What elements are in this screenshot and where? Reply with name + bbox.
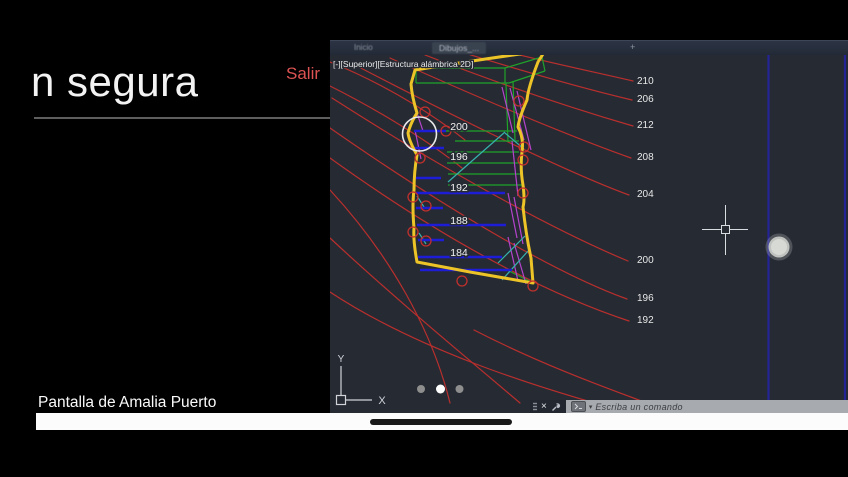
elevation-label[interactable]: 184 — [450, 247, 468, 259]
contour-label[interactable]: 206 — [637, 94, 654, 105]
title-underline — [34, 117, 332, 119]
contour-label[interactable]: 200 — [637, 255, 654, 266]
boundary-polygon[interactable] — [408, 55, 548, 283]
contour-label[interactable]: 196 — [637, 293, 654, 304]
drawing-tabs-bar: Inicio Dibujos_... + — [330, 40, 848, 55]
margin-lines[interactable] — [769, 55, 846, 401]
tab-start[interactable]: Inicio — [354, 43, 373, 52]
ucs-y-label: Y — [338, 354, 345, 365]
contour-labels: 210 206 212 208 204 200 196 192 — [637, 76, 654, 326]
command-prompt-text: Escriba un comando — [595, 402, 682, 412]
new-tab-button[interactable]: + — [630, 42, 635, 52]
elevation-label[interactable]: 196 — [450, 151, 468, 163]
viewport-controls-label[interactable]: [-][Superior][Estructura alámbrica 2D] — [333, 59, 473, 69]
page-dot[interactable] — [417, 385, 425, 393]
page-title: n segura — [31, 58, 198, 106]
autocad-window: Inicio Dibujos_... + — [330, 40, 848, 413]
contour-label[interactable]: 208 — [637, 152, 654, 163]
exit-button[interactable]: Salir — [286, 64, 320, 84]
page-dot-active[interactable] — [436, 385, 445, 394]
page-dots[interactable] — [417, 385, 464, 394]
ucs-x-label: X — [378, 395, 386, 407]
screen-share-view: n segura Salir Pantalla de Amalia Puerto… — [0, 0, 848, 477]
contour-label[interactable]: 192 — [637, 315, 654, 326]
drag-handle-bar[interactable] — [370, 419, 512, 425]
wireframe-structure[interactable] — [416, 57, 545, 283]
close-icon[interactable]: × — [541, 402, 547, 412]
drag-grip-icon[interactable] — [533, 402, 537, 411]
tab-drawing[interactable]: Dibujos_... — [432, 42, 486, 54]
crosshair-cursor — [702, 205, 748, 255]
elevation-label[interactable]: 192 — [450, 182, 468, 194]
page-dot[interactable] — [456, 385, 464, 393]
command-line-controls: × — [530, 400, 566, 413]
command-line-bar: × ▾ Escriba un comando — [530, 400, 848, 413]
cad-viewport[interactable]: Y X — [330, 55, 848, 413]
elevation-label[interactable]: 200 — [450, 121, 468, 133]
screen-share-label: Pantalla de Amalia Puerto — [38, 394, 216, 412]
contour-lines[interactable] — [330, 55, 655, 406]
command-input[interactable]: ▾ Escriba un comando — [566, 400, 848, 413]
command-prompt-icon[interactable] — [571, 401, 586, 412]
pointer-dot — [766, 234, 793, 261]
wrench-icon[interactable] — [551, 402, 561, 412]
contour-label[interactable]: 204 — [637, 189, 654, 200]
contour-label[interactable]: 212 — [637, 120, 654, 131]
elevation-label[interactable]: 188 — [450, 215, 468, 227]
contour-label[interactable]: 210 — [637, 76, 654, 87]
chevron-down-icon[interactable]: ▾ — [589, 403, 593, 411]
ucs-icon: Y X — [337, 354, 387, 407]
